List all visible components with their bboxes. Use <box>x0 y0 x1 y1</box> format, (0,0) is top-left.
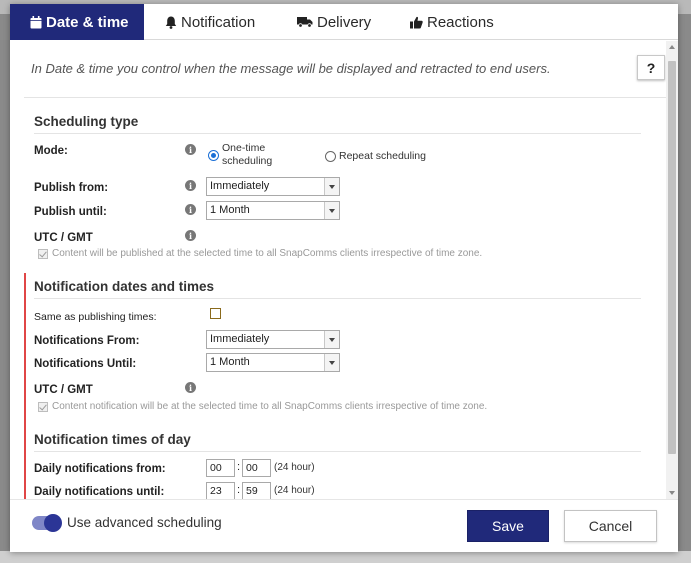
tab-date-time[interactable]: Date & time <box>10 4 144 40</box>
divider <box>34 298 641 299</box>
scrollbar-thumb[interactable] <box>668 61 676 454</box>
radio-one-time-label-line1: One-time <box>222 142 266 154</box>
tab-delivery[interactable]: Delivery <box>297 4 371 40</box>
same-as-label: Same as publishing times: <box>34 311 157 323</box>
publish-until-select[interactable]: 1 Month <box>206 201 340 220</box>
tab-label: Delivery <box>317 13 372 31</box>
bell-icon <box>165 16 177 29</box>
advanced-scheduling-label[interactable]: Use advanced scheduling <box>67 515 222 530</box>
scroll-up-arrow[interactable] <box>669 45 675 49</box>
cancel-button[interactable]: Cancel <box>564 510 657 542</box>
dialog-footer: Use advanced scheduling Save Cancel <box>10 499 678 552</box>
tab-label: Notification <box>181 13 256 31</box>
divider <box>24 97 666 98</box>
help-button[interactable]: ? <box>637 55 665 80</box>
scroll-down-arrow[interactable] <box>669 491 675 495</box>
daily-from-label: Daily notifications from: <box>34 463 166 475</box>
chevron-down-icon <box>324 331 339 348</box>
thumbs-up-icon <box>410 16 423 29</box>
tab-reactions[interactable]: Reactions <box>410 4 494 40</box>
notification-utc-note: Content notification will be at the sele… <box>52 401 488 412</box>
utc-label: UTC / GMT <box>34 232 93 244</box>
mode-label: Mode: <box>34 145 68 157</box>
section-marker <box>24 273 26 499</box>
truck-icon <box>297 16 313 28</box>
notifications-until-label: Notifications Until: <box>34 358 137 370</box>
time-separator: : <box>237 484 241 496</box>
info-icon[interactable]: i <box>185 180 196 191</box>
backdrop-bottom <box>0 551 691 563</box>
advanced-scheduling-toggle[interactable] <box>32 514 62 532</box>
info-icon[interactable]: i <box>185 144 196 155</box>
toggle-knob <box>44 514 62 532</box>
publish-from-value: Immediately <box>210 180 270 192</box>
tab-bar: Date & time Notification Delivery Reacti… <box>10 4 678 40</box>
daily-until-label: Daily notifications until: <box>34 486 165 498</box>
daily-until-minute-input[interactable]: 59 <box>242 482 271 499</box>
notifications-until-select[interactable]: 1 Month <box>206 353 340 372</box>
hour-format-note: (24 hour) <box>274 485 315 496</box>
radio-one-time[interactable] <box>208 150 219 161</box>
utc-note: Content will be published at the selecte… <box>52 248 483 259</box>
times-of-day-heading: Notification times of day <box>34 432 191 447</box>
same-as-checkbox[interactable] <box>210 308 221 319</box>
dialog-body: In Date & time you control when the mess… <box>10 41 666 499</box>
chevron-down-icon <box>324 178 339 195</box>
notifications-until-value: 1 Month <box>210 356 250 368</box>
tab-label: Date & time <box>46 13 129 31</box>
info-icon[interactable]: i <box>185 230 196 241</box>
daily-until-hour-input[interactable]: 23 <box>206 482 235 499</box>
publish-until-label: Publish until: <box>34 206 107 218</box>
scheduling-dialog: Date & time Notification Delivery Reacti… <box>10 4 678 552</box>
radio-repeat-label[interactable]: Repeat scheduling <box>339 150 426 163</box>
divider <box>34 133 641 134</box>
tab-notification[interactable]: Notification <box>165 4 255 40</box>
time-separator: : <box>237 461 241 473</box>
notifications-from-label: Notifications From: <box>34 335 140 347</box>
notifications-from-select[interactable]: Immediately <box>206 330 340 349</box>
utc-checkbox <box>38 249 48 259</box>
divider <box>34 451 641 452</box>
notifications-from-value: Immediately <box>210 333 270 345</box>
notification-utc-checkbox <box>38 402 48 412</box>
radio-one-time-label-line2: scheduling <box>222 155 273 167</box>
scrollbar[interactable] <box>666 41 678 499</box>
scheduling-type-heading: Scheduling type <box>34 114 139 129</box>
intro-text: In Date & time you control when the mess… <box>31 61 551 76</box>
notification-dates-heading: Notification dates and times <box>34 279 215 294</box>
radio-one-time-label[interactable]: One-time scheduling <box>222 142 272 168</box>
info-icon[interactable]: i <box>185 382 196 393</box>
daily-from-hour-input[interactable]: 00 <box>206 459 235 477</box>
calendar-icon <box>30 15 42 29</box>
info-icon[interactable]: i <box>185 204 196 215</box>
tab-label: Reactions <box>427 13 494 31</box>
radio-repeat[interactable] <box>325 151 336 162</box>
save-button[interactable]: Save <box>467 510 549 542</box>
publish-until-value: 1 Month <box>210 204 250 216</box>
daily-from-minute-input[interactable]: 00 <box>242 459 271 477</box>
hour-format-note: (24 hour) <box>274 462 315 473</box>
publish-from-select[interactable]: Immediately <box>206 177 340 196</box>
chevron-down-icon <box>324 354 339 371</box>
chevron-down-icon <box>324 202 339 219</box>
publish-from-label: Publish from: <box>34 182 109 194</box>
notification-utc-label: UTC / GMT <box>34 384 93 396</box>
